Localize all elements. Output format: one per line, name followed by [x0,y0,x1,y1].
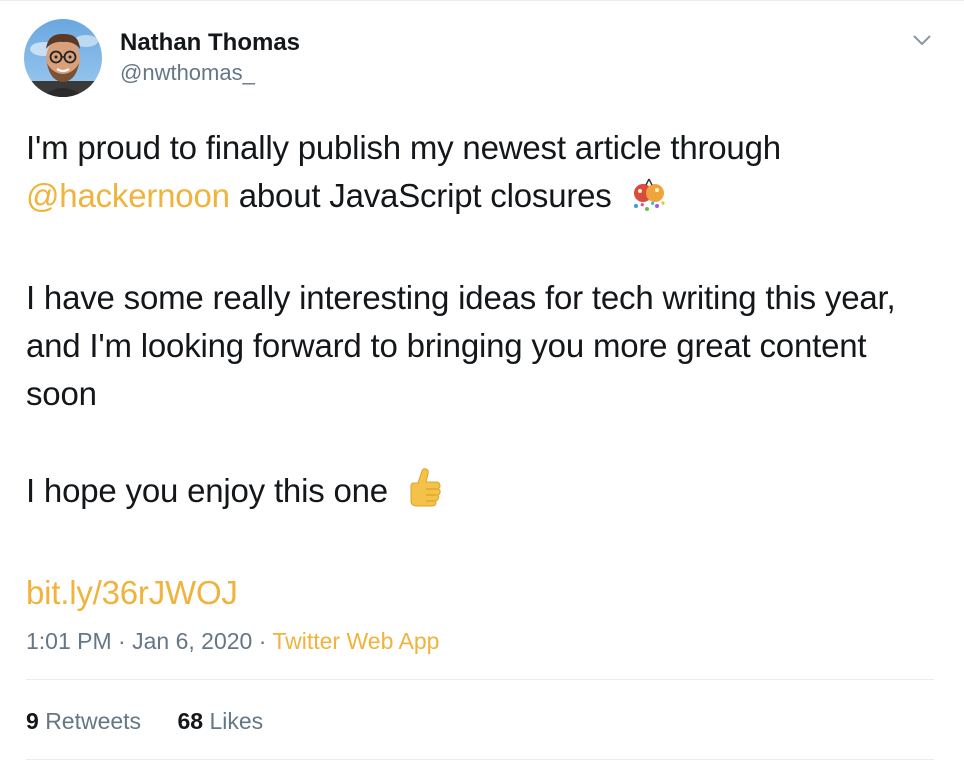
chevron-down-icon [913,35,931,45]
meta-separator-2: · [252,628,273,654]
tweet-date[interactable]: Jan 6, 2020 [132,628,252,654]
retweets-count: 9 [26,708,39,734]
article-link[interactable]: bit.ly/36rJWOJ [26,574,238,611]
mention-link[interactable]: @hackernoon [26,177,230,214]
tweet-stats: 9 Retweets 68 Likes [26,706,263,736]
tweet-source-link[interactable]: Twitter Web App [272,628,439,654]
tweet-timestamp: 1:01 PM · Jan 6, 2020 · Twitter Web App [26,626,439,656]
thumbs-up-icon [410,468,441,507]
likes-stat[interactable]: 68 Likes [177,706,263,736]
more-options-button[interactable] [902,25,942,55]
avatar[interactable] [24,19,102,97]
divider [26,759,934,760]
likes-count: 68 [177,708,204,734]
party-popper-emoji [627,173,671,226]
tweet-paragraph-3-text: I hope you enjoy this one [26,472,388,509]
display-name[interactable]: Nathan Thomas [120,28,300,58]
party-popper-icon [633,178,665,211]
tweet-paragraph-3: I hope you enjoy this one [26,466,936,521]
tweet-line-1: I'm proud to finally publish my newest a… [26,129,781,166]
tweet-paragraph-2: I have some really interesting ideas for… [26,279,896,412]
retweets-stat[interactable]: 9 Retweets [26,706,141,736]
tweet-paragraph-1: I'm proud to finally publish my newest a… [26,124,936,226]
thumbs-up-emoji [403,466,443,521]
tweet-card: Nathan Thomas @nwthomas_ I'm proud to fi… [0,0,964,762]
divider [26,679,934,680]
tweet-text: I'm proud to finally publish my newest a… [26,124,936,617]
tweet-paragraph-4: bit.ly/36rJWOJ [26,569,936,617]
avatar-image [24,19,102,97]
user-handle[interactable]: @nwthomas_ [120,59,255,87]
tweet-time[interactable]: 1:01 PM [26,628,112,654]
retweets-label: Retweets [45,708,142,734]
meta-separator: · [111,628,133,654]
tweet-line-2: about JavaScript closures [229,177,612,214]
likes-label: Likes [209,708,264,734]
